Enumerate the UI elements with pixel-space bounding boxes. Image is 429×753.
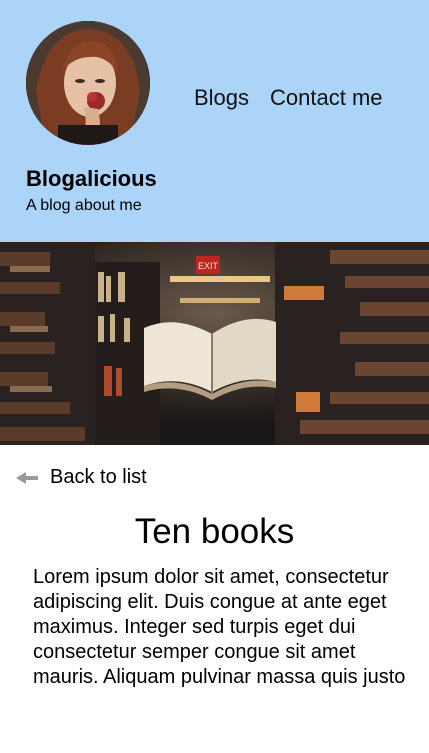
avatar [26, 21, 150, 145]
nav-link-contact[interactable]: Contact me [270, 85, 383, 111]
back-to-list-label: Back to list [50, 466, 147, 488]
hero-image: EXIT [0, 242, 429, 445]
library-book-photo-icon: EXIT [0, 242, 429, 445]
site-header: Blogs Contact me Blogalicious A blog abo… [0, 0, 429, 242]
back-to-list-link[interactable]: Back to list [16, 466, 147, 489]
arrow-left-icon [16, 471, 38, 484]
nav-link-blogs[interactable]: Blogs [194, 85, 249, 111]
post-body: Lorem ipsum dolor sit amet, consectetur … [33, 566, 406, 688]
exit-sign-text: EXIT [198, 261, 219, 271]
post-title: Ten books [134, 512, 295, 551]
site-tagline: A blog about me [26, 197, 142, 214]
main-nav: Blogs Contact me [194, 85, 383, 111]
site-title: Blogalicious [26, 166, 157, 191]
profile-photo-icon [26, 21, 150, 145]
